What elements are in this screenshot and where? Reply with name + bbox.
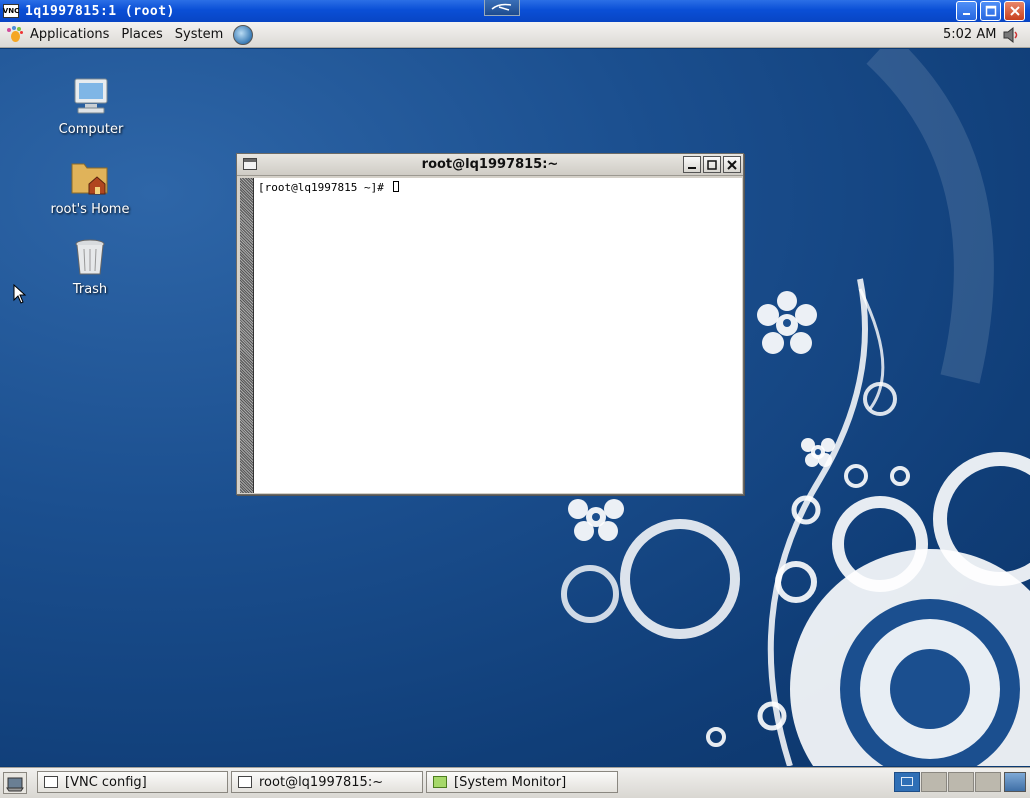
- window-icon: [238, 776, 252, 788]
- desktop-icon-trash[interactable]: Trash: [40, 236, 140, 297]
- task-label: root@lq1997815:~: [259, 774, 384, 790]
- close-icon: [1009, 6, 1020, 16]
- terminal-close-button[interactable]: [723, 156, 741, 173]
- terminal-window[interactable]: root@lq1997815:~ [root@lq1997815 ~]#: [236, 153, 744, 495]
- desktop-icon-computer[interactable]: Computer: [41, 76, 141, 137]
- task-vnc-config[interactable]: [VNC config]: [37, 771, 228, 793]
- maximize-icon: [985, 5, 996, 17]
- system-monitor-icon: [433, 776, 447, 788]
- terminal-minimize-button[interactable]: [683, 156, 701, 173]
- maximize-icon: [707, 159, 717, 170]
- terminal-output[interactable]: [root@lq1997815 ~]#: [240, 178, 742, 493]
- vnc-titlebar[interactable]: VNC 1q1997815:1 (root): [0, 0, 1030, 22]
- desktop-icon-label: Computer: [58, 122, 124, 137]
- mouse-pointer-icon: [13, 284, 27, 304]
- minimize-icon: [962, 13, 970, 15]
- workspace-4[interactable]: [975, 772, 1001, 792]
- vnc-window-title: 1q1997815:1 (root): [25, 3, 175, 19]
- minimize-icon: [688, 166, 696, 169]
- web-browser-launcher-icon[interactable]: [233, 24, 254, 45]
- workspace-window-thumb: [901, 777, 913, 786]
- volume-icon[interactable]: [1002, 25, 1020, 45]
- menu-applications[interactable]: Applications: [24, 23, 115, 47]
- desktop-icon-label: Trash: [72, 282, 108, 297]
- task-terminal[interactable]: root@lq1997815:~: [231, 771, 423, 793]
- top-panel: Applications Places System 5:02 AM: [0, 22, 1030, 48]
- terminal-prompt-line: [root@lq1997815 ~]#: [258, 181, 400, 194]
- task-label: [VNC config]: [65, 774, 147, 790]
- trash-icon: [69, 236, 111, 278]
- terminal-maximize-button[interactable]: [703, 156, 721, 173]
- vnc-logo-icon: VNC: [3, 4, 19, 18]
- desktop-icon-label: root's Home: [50, 202, 130, 217]
- workspace-1[interactable]: [894, 772, 920, 792]
- desktop-icon-home[interactable]: root's Home: [40, 156, 140, 217]
- window-icon: [44, 776, 58, 788]
- trash-applet-icon[interactable]: [1004, 772, 1026, 792]
- terminal-prompt: [root@lq1997815 ~]#: [258, 181, 391, 194]
- workspace-2[interactable]: [921, 772, 947, 792]
- terminal-cursor: [393, 181, 400, 192]
- bottom-panel: [VNC config] root@lq1997815:~ [System Mo…: [0, 767, 1030, 798]
- pin-icon: [491, 3, 512, 11]
- show-desktop-icon: [6, 777, 24, 792]
- home-folder-icon: [69, 156, 111, 198]
- close-icon: [727, 159, 737, 170]
- task-label: [System Monitor]: [454, 774, 567, 790]
- terminal-titlebar[interactable]: root@lq1997815:~: [237, 154, 743, 176]
- workspace-3[interactable]: [948, 772, 974, 792]
- vnc-minimize-button[interactable]: [956, 1, 977, 21]
- window-menu-icon[interactable]: [243, 158, 257, 170]
- menu-system[interactable]: System: [169, 23, 229, 47]
- menu-places[interactable]: Places: [115, 23, 168, 47]
- panel-clock[interactable]: 5:02 AM: [943, 27, 996, 42]
- terminal-scrollbar[interactable]: [240, 178, 254, 493]
- vnc-pin-toolbar[interactable]: [484, 0, 520, 16]
- vnc-close-button[interactable]: [1004, 1, 1025, 21]
- terminal-title: root@lq1997815:~: [421, 157, 559, 172]
- gnome-foot-icon[interactable]: [6, 25, 24, 44]
- vnc-maximize-button[interactable]: [980, 1, 1001, 21]
- task-system-monitor[interactable]: [System Monitor]: [426, 771, 618, 793]
- computer-icon: [70, 76, 112, 118]
- show-desktop-button[interactable]: [3, 772, 27, 794]
